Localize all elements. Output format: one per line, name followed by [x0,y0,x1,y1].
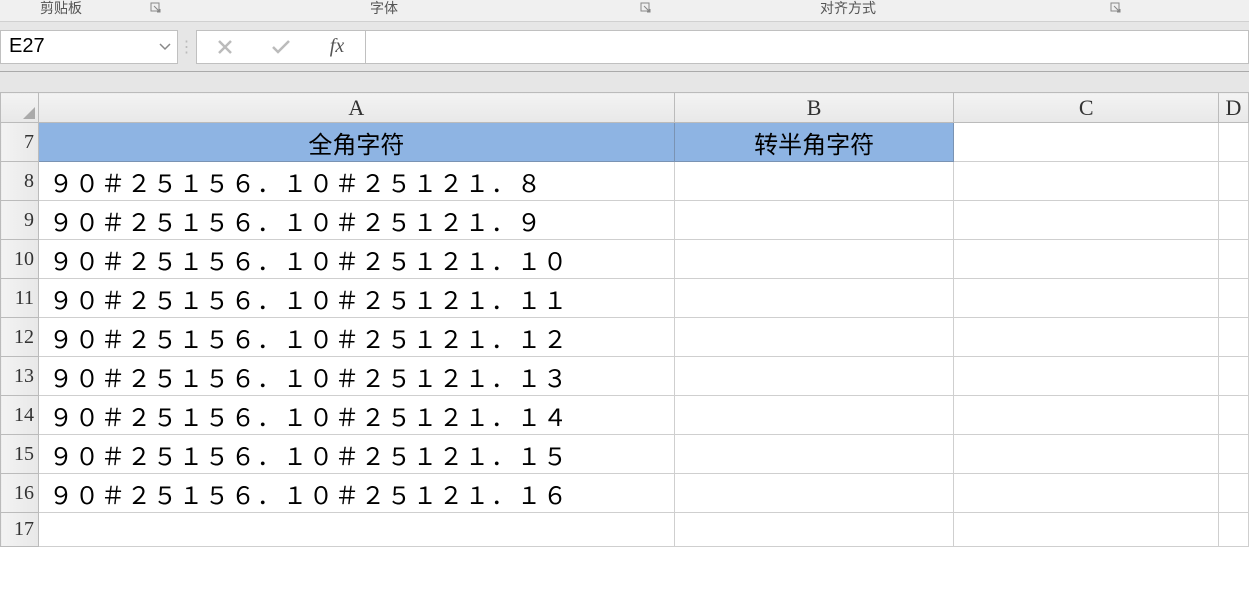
name-box-value: E27 [9,35,45,58]
cell-A15[interactable]: ９０＃２５１５６．１０＃２５１２１．１５ [38,435,674,474]
expand-icon[interactable] [150,2,164,16]
cell-B16[interactable] [674,474,954,513]
cell-B11[interactable] [674,279,954,318]
cell-A12[interactable]: ９０＃２５１５６．１０＃２５１２１．１２ [38,318,674,357]
cell-D13[interactable] [1218,357,1248,396]
spreadsheet-grid[interactable]: A B C D 7 全角字符 转半角字符 8 ９０＃２５１５６．１０＃２５１２１… [0,92,1249,595]
cell-D9[interactable] [1218,201,1248,240]
row-header-7[interactable]: 7 [1,123,39,162]
cell-D14[interactable] [1218,396,1248,435]
cell-B13[interactable] [674,357,954,396]
cell-C10[interactable] [954,240,1219,279]
row-header-17[interactable]: 17 [1,513,39,547]
cell-A17[interactable] [38,513,674,547]
column-header-B[interactable]: B [674,93,954,123]
insert-function-button[interactable]: fx [309,31,365,63]
cell-C12[interactable] [954,318,1219,357]
row-header-8[interactable]: 8 [1,162,39,201]
cell-A9[interactable]: ９０＃２５１５６．１０＃２５１２１．９ [38,201,674,240]
select-all-corner[interactable] [1,93,39,123]
cell-B10[interactable] [674,240,954,279]
cell-B12[interactable] [674,318,954,357]
cell-A7[interactable]: 全角字符 [38,123,674,162]
row-header-12[interactable]: 12 [1,318,39,357]
cell-D12[interactable] [1218,318,1248,357]
cell-C7[interactable] [954,123,1219,162]
column-header-A[interactable]: A [38,93,674,123]
cell-A14[interactable]: ９０＃２５１５６．１０＃２５１２１．１４ [38,396,674,435]
row-header-15[interactable]: 15 [1,435,39,474]
formula-bar: E27 ⋮ fx [0,22,1249,72]
name-box[interactable]: E27 [0,30,178,64]
ribbon-group-clipboard: 剪贴板 [40,0,82,18]
row-header-16[interactable]: 16 [1,474,39,513]
column-header-C[interactable]: C [954,93,1219,123]
row-header-9[interactable]: 9 [1,201,39,240]
cell-D10[interactable] [1218,240,1248,279]
cell-A13[interactable]: ９０＃２５１５６．１０＃２５１２１．１３ [38,357,674,396]
cell-B7[interactable]: 转半角字符 [674,123,954,162]
ribbon-group-font: 字体 [370,0,398,18]
formula-input[interactable] [366,30,1249,64]
cell-B14[interactable] [674,396,954,435]
cell-C9[interactable] [954,201,1219,240]
cell-B8[interactable] [674,162,954,201]
cell-D16[interactable] [1218,474,1248,513]
expand-icon[interactable] [1110,2,1124,16]
expand-icon[interactable] [640,2,654,16]
row-header-10[interactable]: 10 [1,240,39,279]
cell-B17[interactable] [674,513,954,547]
cell-C14[interactable] [954,396,1219,435]
cell-A16[interactable]: ９０＃２５１５６．１０＃２５１２１．１６ [38,474,674,513]
cell-C15[interactable] [954,435,1219,474]
column-header-D[interactable]: D [1218,93,1248,123]
dropdown-icon[interactable] [159,43,171,51]
cell-C17[interactable] [954,513,1219,547]
cell-D15[interactable] [1218,435,1248,474]
ribbon-section-labels: 剪贴板 字体 对齐方式 [0,0,1249,22]
cell-B15[interactable] [674,435,954,474]
cell-C11[interactable] [954,279,1219,318]
cell-C16[interactable] [954,474,1219,513]
cell-C13[interactable] [954,357,1219,396]
cell-B9[interactable] [674,201,954,240]
cell-C8[interactable] [954,162,1219,201]
formula-bar-buttons: fx [196,30,366,64]
row-header-14[interactable]: 14 [1,396,39,435]
cell-D7[interactable] [1218,123,1248,162]
cell-A11[interactable]: ９０＃２５１５６．１０＃２５１２１．１１ [38,279,674,318]
cell-A8[interactable]: ９０＃２５１５６．１０＃２５１２１．８ [38,162,674,201]
cell-D17[interactable] [1218,513,1248,547]
ribbon-group-alignment: 对齐方式 [820,0,876,18]
row-header-13[interactable]: 13 [1,357,39,396]
confirm-button[interactable] [253,31,309,63]
cell-A10[interactable]: ９０＃２５１５６．１０＃２５１２１．１０ [38,240,674,279]
row-header-11[interactable]: 11 [1,279,39,318]
separator: ⋮ [178,30,196,64]
cell-D11[interactable] [1218,279,1248,318]
cancel-button[interactable] [197,31,253,63]
cell-D8[interactable] [1218,162,1248,201]
